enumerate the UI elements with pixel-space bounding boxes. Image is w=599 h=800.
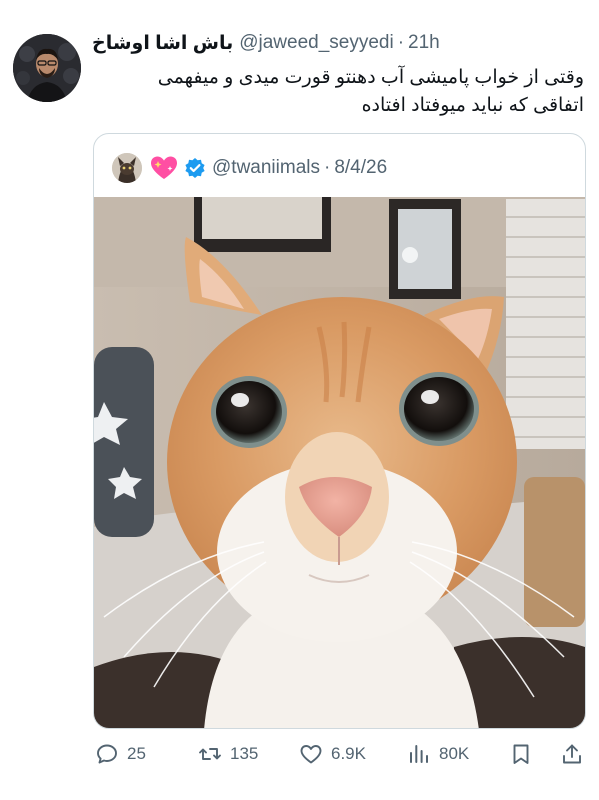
- quoted-tweet-card[interactable]: @twaniimals · 8/4/26: [93, 133, 586, 729]
- like-count: 6.9K: [331, 744, 366, 763]
- author-handle[interactable]: @jaweed_seyyedi: [239, 32, 394, 54]
- tweet-text-line: اتفاقی که نباید میوفتاد افتاده: [361, 95, 584, 116]
- tweet-timestamp[interactable]: 21h: [408, 32, 440, 54]
- views-chart-icon: [410, 745, 428, 763]
- header-separator: ·: [397, 32, 405, 53]
- reply-count: 25: [127, 744, 146, 763]
- verified-badge-icon: [184, 157, 206, 179]
- quoted-tweet-header: @twaniimals · 8/4/26: [112, 152, 387, 184]
- tweet-text-line: وقتی از خواب پامیشی آب دهنتو قورت میدی و…: [157, 67, 584, 88]
- share-icon: [563, 744, 581, 764]
- author-avatar[interactable]: [13, 34, 81, 102]
- quoted-author-avatar[interactable]: [112, 153, 142, 183]
- reply-icon: [97, 744, 117, 764]
- quoted-author-handle[interactable]: @twaniimals: [212, 157, 320, 179]
- tweet-text: وقتی از خواب پامیشی آب دهنتو قورت میدی و…: [92, 64, 584, 120]
- quoted-tweet-photo[interactable]: [94, 197, 585, 728]
- views-count: 80K: [439, 744, 470, 763]
- reply-button[interactable]: 25: [95, 738, 146, 770]
- retweet-count: 135: [230, 744, 259, 763]
- author-display-name[interactable]: باش اشا اوشاخ: [92, 32, 233, 55]
- quoted-tweet-date[interactable]: 8/4/26: [334, 157, 387, 179]
- tweet-action-bar: 25 135 6.9K 80K: [95, 738, 590, 770]
- tweet-header: باش اشا اوشاخ @jaweed_seyyedi · 21h: [92, 30, 440, 56]
- bookmark-button[interactable]: [509, 738, 541, 770]
- share-button[interactable]: [560, 738, 592, 770]
- quoted-header-separator: ·: [323, 157, 331, 178]
- heart-icon: [300, 745, 322, 764]
- views-button[interactable]: 80K: [407, 738, 469, 770]
- retweet-button[interactable]: 135: [198, 738, 258, 770]
- bookmark-icon: [513, 744, 529, 764]
- like-button[interactable]: 6.9K: [299, 738, 366, 770]
- sparkling-heart-icon: [150, 155, 178, 181]
- retweet-icon: [199, 748, 221, 760]
